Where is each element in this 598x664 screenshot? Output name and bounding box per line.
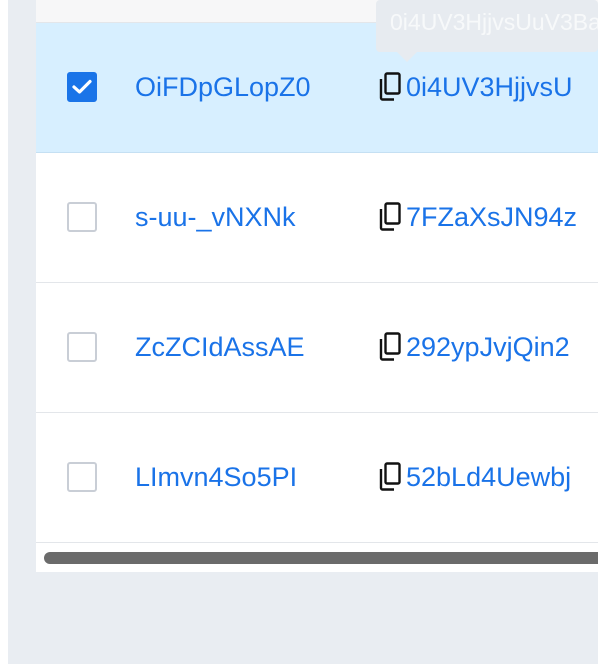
page-left-edge [0, 0, 8, 664]
video-title-link[interactable]: s-uu-_vNXNk [135, 200, 296, 234]
copy-icon[interactable] [378, 332, 402, 362]
row-checkbox[interactable] [67, 202, 97, 232]
copy-tooltip: 0i4UV3HjjvsUuV3Ba [376, 0, 598, 52]
horizontal-scrollbar[interactable] [36, 544, 598, 572]
table-row[interactable]: s-uu-_vNXNk 7FZaXsJN94z [36, 153, 598, 283]
tooltip-arrow [397, 52, 417, 62]
table-row[interactable]: LImvn4So5PI 52bLd4Uewbj [36, 413, 598, 543]
video-id-link[interactable]: 7FZaXsJN94z [406, 200, 577, 234]
row-checkbox[interactable] [67, 332, 97, 362]
video-id-link[interactable]: 0i4UV3HjjvsU [406, 70, 573, 104]
checkmark-icon [72, 79, 92, 94]
results-table: OiFDpGLopZ0 0i4UV3HjjvsU s-uu-_vNXNk 7FZ… [36, 0, 598, 572]
video-id-link[interactable]: 52bLd4Uewbj [406, 460, 571, 494]
copy-icon[interactable] [378, 202, 402, 232]
video-title-link[interactable]: ZcZCIdAssAE [135, 330, 305, 364]
row-checkbox[interactable] [67, 462, 97, 492]
video-title-link[interactable]: LImvn4So5PI [135, 460, 297, 494]
copy-id-control[interactable]: 52bLd4Uewbj [378, 460, 571, 494]
scrollbar-thumb[interactable] [44, 552, 598, 564]
video-title-link[interactable]: OiFDpGLopZ0 [135, 70, 311, 104]
copy-id-control[interactable]: 0i4UV3HjjvsU [378, 70, 573, 104]
copy-icon[interactable] [378, 462, 402, 492]
table-row[interactable]: ZcZCIdAssAE 292ypJvjQin2 [36, 283, 598, 413]
copy-id-control[interactable]: 292ypJvjQin2 [378, 330, 570, 364]
copy-icon[interactable] [378, 72, 402, 102]
video-id-link[interactable]: 292ypJvjQin2 [406, 330, 570, 364]
tooltip-text: 0i4UV3HjjvsUuV3Ba [390, 9, 598, 35]
copy-id-control[interactable]: 7FZaXsJN94z [378, 200, 577, 234]
row-checkbox[interactable] [67, 72, 97, 102]
